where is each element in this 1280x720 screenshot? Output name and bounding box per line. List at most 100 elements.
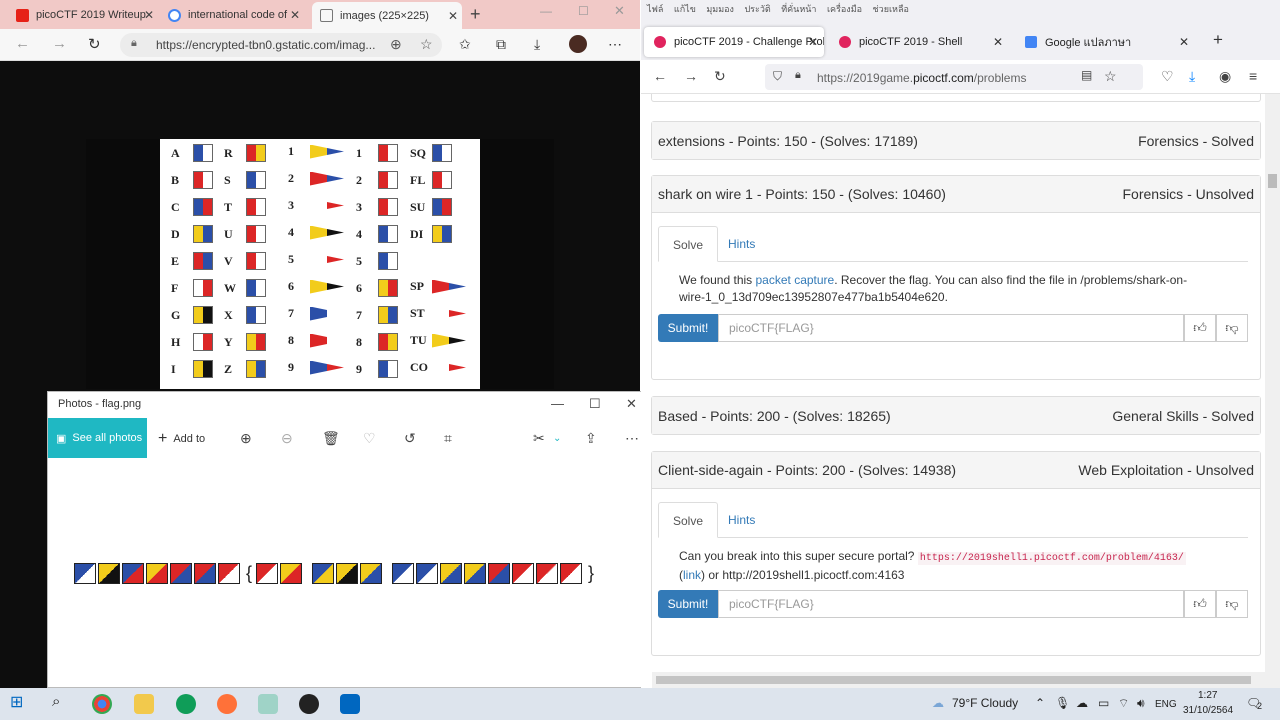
tab-shell[interactable]: picoCTF 2019 - Shell ✕	[829, 27, 1009, 57]
close-icon[interactable]: ✕	[144, 8, 154, 22]
clock-date[interactable]: 31/10/2564	[1183, 705, 1233, 716]
chrome-icon[interactable]	[92, 694, 112, 714]
thumbs-up-icon[interactable]: 👍︎	[1184, 314, 1216, 342]
thumbs-up-icon[interactable]: 👍︎	[1184, 590, 1216, 618]
edge-tab-strip: picoCTF 2019 Writeup ✕ international code…	[0, 0, 640, 29]
submit-button[interactable]: Submit!	[658, 590, 718, 618]
portal-url: https://2019shell1.picoctf.com/problem/4…	[917, 552, 1186, 565]
signal-flag: 1	[356, 144, 398, 162]
obs-icon[interactable]	[299, 694, 319, 714]
favorite-add-icon[interactable]: ☆	[420, 36, 433, 53]
windows-start-icon[interactable]: ⊞	[10, 692, 30, 712]
back-icon[interactable]: ←	[653, 68, 667, 84]
chevron-down-icon[interactable]: ⌄	[553, 433, 561, 444]
link[interactable]: link	[683, 568, 701, 582]
see-all-photos-button[interactable]: ▣ See all photos	[48, 418, 147, 458]
zoom-in-icon[interactable]: ⊕	[240, 430, 252, 447]
show-hidden-icon[interactable]: ⌃	[1035, 696, 1045, 710]
microphone-icon[interactable]: 🎙︎	[1055, 696, 1070, 710]
file-explorer-icon[interactable]	[134, 694, 154, 714]
language[interactable]: ENG	[1155, 699, 1177, 710]
problem-header[interactable]: Client-side-again - Points: 200 - (Solve…	[652, 452, 1260, 489]
avatar[interactable]	[569, 35, 587, 53]
bookmark-star-icon[interactable]: ☆	[1104, 68, 1117, 85]
heart-icon[interactable]: ♡	[363, 430, 376, 447]
tab-hints[interactable]: Hints	[714, 502, 769, 538]
edit-icon[interactable]: ✂︎	[533, 430, 545, 447]
new-tab-icon[interactable]: +	[1213, 30, 1223, 50]
edge-tab-writeup[interactable]: picoCTF 2019 Writeup ✕	[8, 4, 158, 26]
tab-solve[interactable]: Solve	[658, 226, 719, 262]
wifi-icon[interactable]: ⌔	[1118, 696, 1129, 711]
photos-app-icon[interactable]	[340, 694, 360, 714]
delete-icon[interactable]: 🗑︎	[322, 430, 340, 447]
forward-icon[interactable]: →	[52, 35, 67, 52]
edge-tab-code[interactable]: international code of ✕	[160, 4, 304, 26]
back-icon[interactable]: ←	[15, 35, 30, 52]
search-icon[interactable]: ⌕	[52, 693, 72, 713]
rotate-icon[interactable]: ↺	[404, 430, 416, 447]
tab-google-translate[interactable]: Google แปลภาษา ✕	[1015, 27, 1195, 57]
thumbs-down-icon[interactable]: 👎︎	[1216, 590, 1248, 618]
battery-icon[interactable]: ▭	[1098, 696, 1109, 710]
volume-icon[interactable]: 🔊︎	[1137, 696, 1145, 711]
pocket-icon[interactable]: ♡	[1161, 68, 1174, 85]
problem-header[interactable]: Based - Points: 200 - (Solves: 18265) Gen…	[652, 397, 1260, 434]
refresh-icon[interactable]: ↻	[714, 68, 726, 85]
close-icon[interactable]: ✕	[290, 8, 300, 22]
close-icon[interactable]: ✕	[993, 35, 1003, 49]
close-icon[interactable]: ✕	[808, 35, 818, 49]
minimize-icon[interactable]: —	[551, 396, 564, 411]
app-icon[interactable]	[258, 694, 278, 714]
minimize-icon[interactable]: —	[540, 4, 552, 18]
downloads-icon[interactable]: ⤓	[1189, 68, 1195, 85]
submit-button[interactable]: Submit!	[658, 314, 718, 342]
favorites-icon[interactable]: ✩	[459, 36, 471, 53]
share-icon[interactable]: ⇪	[585, 430, 597, 447]
more-icon[interactable]: ⋯	[625, 430, 639, 447]
firefox-icon[interactable]	[217, 694, 237, 714]
problem-description: We found this packet capture. Recover th…	[679, 273, 1188, 304]
downloads-icon[interactable]: ⤓	[534, 36, 540, 53]
edge-icon[interactable]	[176, 694, 196, 714]
extensions-icon[interactable]: ◉	[1219, 68, 1231, 85]
problem-card-extensions[interactable]: extensions - Points: 150 - (Solves: 1718…	[651, 121, 1261, 160]
problem-card-based[interactable]: Based - Points: 200 - (Solves: 18265) Gen…	[651, 396, 1261, 435]
scroll-thumb[interactable]	[1268, 174, 1277, 188]
zoom-icon[interactable]: ⊕	[390, 36, 402, 53]
clock-time[interactable]: 1:27	[1198, 690, 1217, 701]
close-window-icon[interactable]: ✕	[614, 3, 625, 19]
reader-icon[interactable]: ▤	[1081, 68, 1092, 82]
new-tab-icon[interactable]: +	[470, 4, 481, 25]
problem-header[interactable]: shark on wire 1 - Points: 150 - (Solves:…	[652, 176, 1260, 213]
more-icon[interactable]: ⋯	[608, 36, 622, 53]
collections-icon[interactable]: ⧉	[496, 36, 506, 53]
close-icon[interactable]: ✕	[448, 9, 458, 23]
maximize-icon[interactable]: ☐	[578, 4, 589, 18]
close-window-icon[interactable]: ✕	[626, 396, 637, 412]
shield-icon[interactable]: ⛉	[773, 69, 782, 84]
edge-tab-images[interactable]: images (225×225) ✕	[312, 2, 462, 29]
flag-shape	[378, 144, 398, 162]
tab-solve[interactable]: Solve	[658, 502, 719, 538]
horizontal-scrollbar[interactable]	[652, 672, 1280, 688]
thumbs-down-icon[interactable]: 👎︎	[1216, 314, 1248, 342]
forward-icon[interactable]: →	[684, 68, 698, 84]
tab-hints[interactable]: Hints	[714, 226, 769, 262]
menu-icon[interactable]: ≡	[1249, 68, 1257, 84]
flag-input[interactable]: picoCTF{FLAG}	[718, 314, 1184, 342]
refresh-icon[interactable]: ↻	[88, 35, 101, 53]
packet-capture-link[interactable]: packet capture	[756, 273, 835, 287]
weather[interactable]: 79°F Cloudy	[952, 696, 1018, 710]
maximize-icon[interactable]: ☐	[589, 396, 601, 412]
close-icon[interactable]: ✕	[1179, 35, 1189, 49]
vertical-scrollbar[interactable]	[1265, 94, 1280, 676]
scroll-thumb[interactable]	[656, 676, 1251, 684]
add-to-button[interactable]: + Add to	[158, 430, 205, 448]
flag-input[interactable]: picoCTF{FLAG}	[718, 590, 1184, 618]
tab-challenge-problems[interactable]: picoCTF 2019 - Challenge Probl ✕	[644, 27, 824, 57]
cloud-icon[interactable]: ☁	[1076, 696, 1088, 710]
problem-header[interactable]: extensions - Points: 150 - (Solves: 1718…	[652, 122, 1260, 159]
crop-icon[interactable]: ⌗	[444, 430, 452, 447]
zoom-out-icon[interactable]: ⊖	[281, 430, 293, 447]
